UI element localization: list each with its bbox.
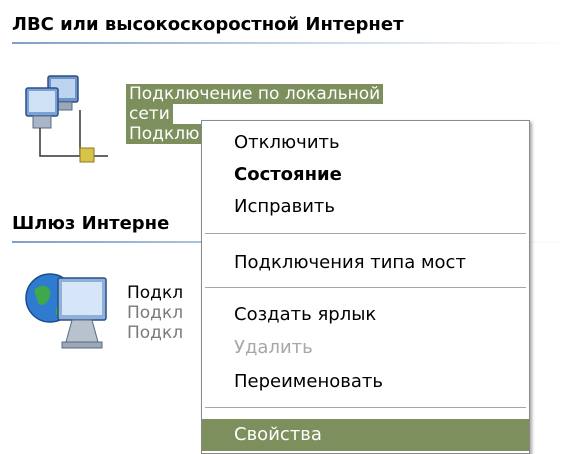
group-title-lan: ЛВС или высокоскоростной Интернет — [12, 14, 404, 35]
menu-separator — [205, 407, 526, 408]
group-title-gateway: Шлюз Интерне — [12, 213, 170, 234]
lan-connection-status: Подклю — [126, 124, 203, 144]
internet-connection-label[interactable]: Подкл Подкл Подкл — [127, 283, 183, 343]
context-menu: Отключить Состояние Исправить Подключени… — [201, 120, 530, 454]
menu-separator — [205, 233, 526, 234]
network-computers-icon[interactable] — [20, 70, 120, 174]
menu-item-repair[interactable]: Исправить — [202, 191, 529, 223]
menu-item-status[interactable]: Состояние — [202, 159, 529, 191]
internet-connection-line2: Подкл — [127, 303, 184, 323]
internet-connection-name: Подкл — [127, 283, 184, 303]
menu-item-disconnect[interactable]: Отключить — [202, 127, 529, 159]
menu-separator — [205, 287, 526, 288]
internet-gateway-icon[interactable] — [22, 268, 122, 362]
internet-connection-line3: Подкл — [127, 323, 184, 343]
menu-item-create-shortcut[interactable]: Создать ярлык — [202, 299, 529, 331]
menu-item-rename[interactable]: Переименовать — [202, 366, 529, 398]
group-divider — [12, 42, 572, 44]
lan-connection-name-line1: Подключение по локальной — [126, 84, 384, 104]
menu-item-bridge-connections[interactable]: Подключения типа мост — [202, 247, 529, 279]
menu-item-properties[interactable]: Свойства — [202, 419, 529, 451]
menu-item-delete[interactable]: Удалить — [202, 332, 529, 364]
lan-connection-name-line2: сети — [126, 104, 173, 124]
